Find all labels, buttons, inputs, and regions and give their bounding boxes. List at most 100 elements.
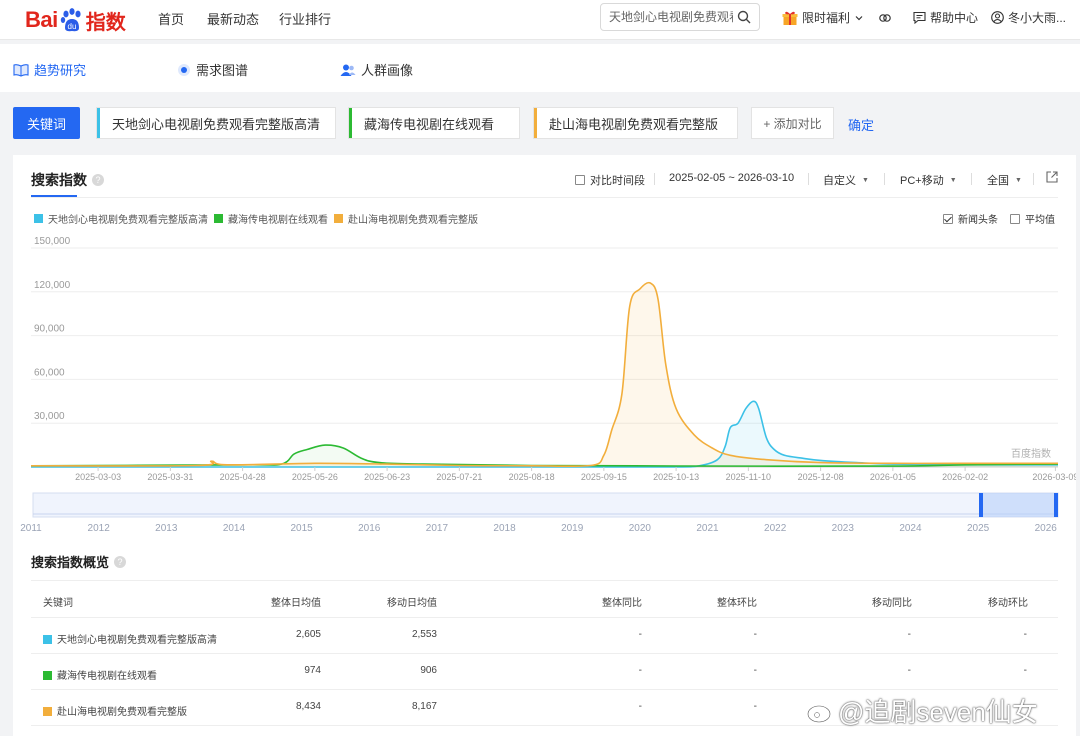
caret-down-icon: ▼ xyxy=(862,176,869,184)
cell-mobile: 2,553 xyxy=(411,629,437,640)
add-compare-button[interactable]: + 添加对比 xyxy=(751,107,834,139)
nav-latest[interactable]: 最新动态 xyxy=(207,9,259,28)
welfare-menu[interactable]: 限时福利 xyxy=(782,9,868,26)
weibo-icon xyxy=(806,700,836,723)
tab-demand[interactable]: 需求图谱 xyxy=(177,60,248,79)
range-year-label: 2014 xyxy=(223,523,246,534)
x-tick-label: 2025-03-31 xyxy=(147,472,193,482)
x-tick-label: 2025-06-23 xyxy=(364,472,410,482)
average-toggle[interactable]: 平均值 xyxy=(1010,211,1055,226)
nav-home[interactable]: 首页 xyxy=(158,9,184,28)
range-handle-right xyxy=(1054,493,1058,517)
y-tick-label: 60,000 xyxy=(34,367,65,378)
checkbox-icon xyxy=(575,175,585,185)
x-tick-label: 2025-12-08 xyxy=(798,472,844,482)
legend-label: 藏海传电视剧在线观看 xyxy=(228,215,328,226)
row-keyword: 赴山海电视剧免费观看完整版 xyxy=(43,703,187,718)
table-row: 藏海传电视剧在线观看 974 906 - - - - xyxy=(31,654,1058,690)
cell-overall: 974 xyxy=(304,665,321,676)
col-mobile-yoy: 移动同比 xyxy=(872,598,912,609)
weibo-watermark: @追剧seven仙女 xyxy=(806,692,1038,729)
watermark-text: @追剧seven仙女 xyxy=(838,697,1038,727)
people-icon xyxy=(340,64,356,76)
x-tick-label: 2025-10-13 xyxy=(653,472,699,482)
series-line-3 xyxy=(30,281,1058,468)
x-tick-label: 2025-07-21 xyxy=(436,472,482,482)
gift-icon xyxy=(782,11,798,25)
custom-select[interactable]: 自定义 ▼ xyxy=(823,172,869,188)
legend-item-1[interactable]: 天地剑心电视剧免费观看完整版高清 xyxy=(34,211,208,226)
region-select[interactable]: 全国 ▼ xyxy=(987,172,1022,188)
divider xyxy=(31,197,1058,198)
range-year-label: 2013 xyxy=(155,523,178,534)
date-range-picker[interactable]: 2025-02-05 ~ 2026-03-10 xyxy=(669,172,794,184)
range-year-label: 2012 xyxy=(88,523,111,534)
range-year-label: 2026 xyxy=(1035,523,1058,534)
divider xyxy=(884,173,885,185)
y-tick-label: 150,000 xyxy=(34,236,71,247)
card-title: 搜索指数 ? xyxy=(31,170,104,190)
help-icon[interactable]: ? xyxy=(114,555,127,568)
chart-watermark: 百度指数 xyxy=(1011,447,1051,460)
range-year-label: 2017 xyxy=(426,523,449,534)
baidu-index-logo[interactable]: Bai du 指数 xyxy=(25,4,126,36)
legend-item-2[interactable]: 藏海传电视剧在线观看 xyxy=(214,211,328,226)
col-mobile-mom: 移动环比 xyxy=(988,598,1028,609)
keyword-input-3[interactable]: 赴山海电视剧免费观看完整版 xyxy=(533,107,738,139)
keyword-button[interactable]: 关键词 xyxy=(13,107,80,139)
search-index-chart[interactable]: 2025-03-03 2025-03-31 2025-04-28 2025-05-26… xyxy=(13,235,1076,540)
paw-icon: du xyxy=(60,8,81,32)
logo-suffix: 指数 xyxy=(85,11,126,34)
cell-myoy: - xyxy=(907,629,911,640)
x-tick-label: 2026-01-05 xyxy=(870,472,916,482)
y-tick-label: 90,000 xyxy=(34,324,65,335)
link-icon[interactable] xyxy=(878,11,892,25)
legend-swatch xyxy=(34,214,43,223)
tab-trend[interactable]: 趋势研究 xyxy=(13,60,86,79)
keyword-color-bar xyxy=(97,108,100,138)
help-icon[interactable]: ? xyxy=(92,174,104,186)
x-tick-label: 2025-08-18 xyxy=(509,472,555,482)
search-input[interactable] xyxy=(609,9,733,23)
tab-portrait[interactable]: 人群画像 xyxy=(340,60,413,79)
col-keyword: 关键词 xyxy=(43,598,73,609)
keyword-color-bar xyxy=(534,108,537,138)
user-menu[interactable]: 冬小大雨... xyxy=(991,9,1066,26)
range-year-label: 2021 xyxy=(696,523,719,534)
help-center[interactable]: 帮助中心 xyxy=(913,9,978,26)
keyword-input-2[interactable]: 藏海传电视剧在线观看 xyxy=(348,107,520,139)
cell-overall: 2,605 xyxy=(295,629,321,640)
news-toggle[interactable]: 新闻头条 xyxy=(943,211,998,226)
radar-icon xyxy=(178,63,190,76)
search-box xyxy=(600,3,760,31)
x-tick-label: 2026-03-09 xyxy=(1032,472,1076,482)
x-tick-label: 2025-11-10 xyxy=(726,472,771,482)
device-select[interactable]: PC+移动 ▼ xyxy=(900,172,957,188)
legend-label: 赴山海电视剧免费观看完整版 xyxy=(348,215,478,226)
divider xyxy=(654,173,655,185)
overview-title-text: 搜索指数概览 xyxy=(31,555,110,570)
legend-item-3[interactable]: 赴山海电视剧免费观看完整版 xyxy=(334,211,478,226)
average-label: 平均值 xyxy=(1025,215,1055,226)
chat-icon xyxy=(913,11,926,24)
keyword-color-bar xyxy=(349,108,352,138)
top-nav: Bai du 指数 首页 最新动态 行业排行 限时福利 帮助中心 冬小大雨... xyxy=(0,0,1080,40)
nav-ranking[interactable]: 行业排行 xyxy=(279,9,331,28)
search-icon[interactable] xyxy=(737,10,751,24)
range-year-label: 2019 xyxy=(561,523,584,534)
checkbox-icon xyxy=(1010,213,1020,224)
cell-overall: 8,434 xyxy=(295,701,321,712)
range-selection xyxy=(980,493,1058,517)
logo-text: Bai xyxy=(25,7,58,32)
date-range-text: 2025-02-05 ~ 2026-03-10 xyxy=(669,172,795,184)
row-keyword: 天地剑心电视剧免费观看完整版高清 xyxy=(43,631,217,646)
compare-period-label: 对比时间段 xyxy=(590,175,645,187)
legend-swatch xyxy=(43,635,52,644)
cell-yoy: - xyxy=(638,629,642,640)
range-handle-left xyxy=(979,493,983,517)
confirm-button[interactable]: 确定 xyxy=(848,115,874,134)
compare-period-toggle[interactable]: 对比时间段 xyxy=(575,172,645,188)
keyword-input-1[interactable]: 天地剑心电视剧免费观看完整版高清 xyxy=(96,107,336,139)
share-icon[interactable] xyxy=(1046,171,1058,183)
region-select-label: 全国 xyxy=(987,175,1009,187)
